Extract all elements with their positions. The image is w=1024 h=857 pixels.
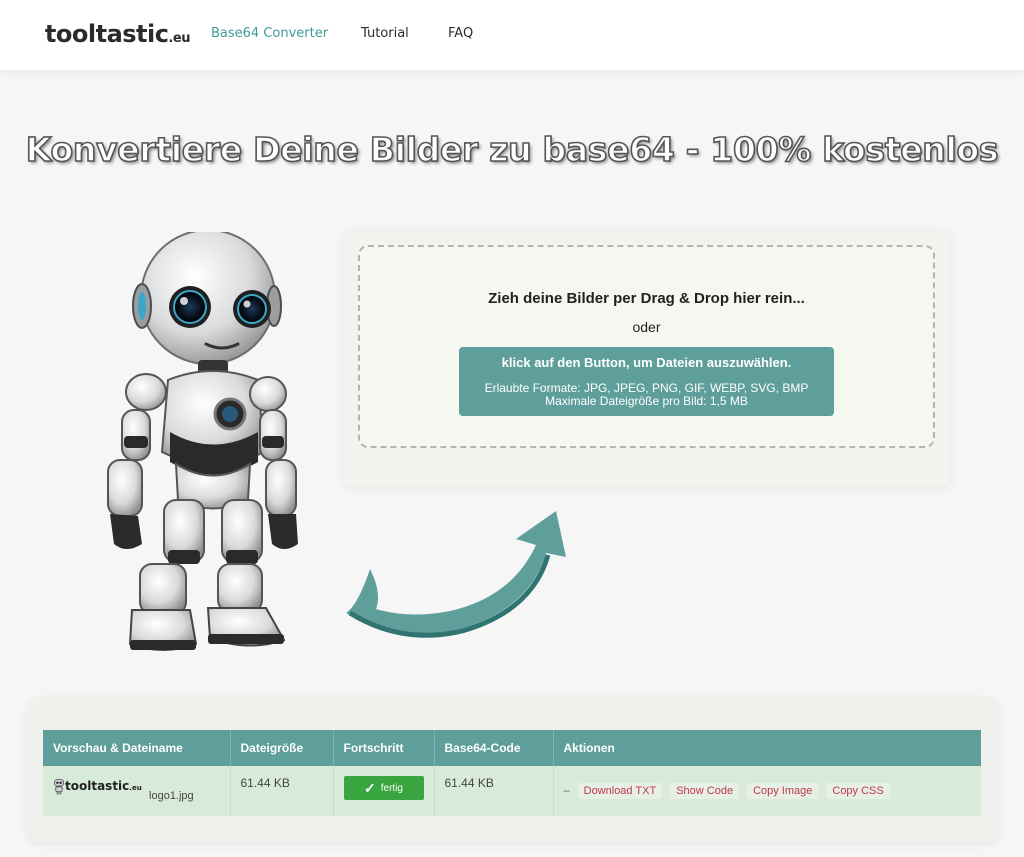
nav-tutorial[interactable]: Tutorial — [361, 26, 409, 41]
status-label: fertig — [380, 782, 403, 794]
cell-progress: ✓ fertig — [333, 766, 435, 816]
logo-text: tooltastic.eu — [44, 20, 191, 48]
nav-faq[interactable]: FAQ — [448, 26, 473, 41]
max-file-size: Maximale Dateigröße pro Bild: 1,5 MB — [545, 394, 748, 408]
results-card: Vorschau & Dateiname Dateigröße Fortschr… — [28, 698, 997, 842]
cell-file-size: 61.44 KB — [230, 766, 334, 816]
select-files-button[interactable]: klick auf den Button, um Dateien auszuwä… — [459, 347, 834, 416]
col-actions: Aktionen — [553, 730, 981, 766]
drop-zone[interactable]: Zieh deine Bilder per Drag & Drop hier r… — [358, 245, 935, 448]
cell-actions: – Download TXT Show Code Copy Image Copy… — [553, 766, 981, 816]
copy-css-button[interactable]: Copy CSS — [826, 783, 890, 799]
drop-zone-or: oder — [632, 319, 661, 335]
copy-image-button[interactable]: Copy Image — [747, 783, 819, 799]
table-row: tooltastic.eu logo1.jpg 61.44 KB ✓ ferti… — [43, 766, 981, 816]
page-title: Konvertiere Deine Bilder zu base64 - 100… — [25, 129, 999, 170]
robot-logo-icon — [42, 33, 43, 35]
site-header: tooltastic.eu Base64 Converter Tutorial … — [0, 0, 1024, 70]
preview-thumbnail: tooltastic.eu — [53, 776, 142, 796]
col-progress: Fortschritt — [333, 730, 435, 766]
robot-logo-icon — [54, 779, 64, 795]
col-base64-code: Base64-Code — [434, 730, 554, 766]
thumbnail-logo-text: tooltastic.eu — [65, 779, 142, 793]
results-table: Vorschau & Dateiname Dateigröße Fortschr… — [43, 730, 981, 816]
robot-mascot-illustration — [107, 232, 298, 651]
col-preview-filename: Vorschau & Dateiname — [43, 730, 231, 766]
upload-card: Zieh deine Bilder per Drag & Drop hier r… — [343, 229, 950, 487]
file-name: logo1.jpg — [149, 790, 194, 802]
col-file-size: Dateigröße — [230, 730, 334, 766]
site-logo[interactable]: tooltastic.eu — [42, 10, 190, 58]
cell-preview: tooltastic.eu logo1.jpg — [43, 766, 231, 816]
cell-base64-size: 61.44 KB — [434, 766, 554, 816]
select-files-label: klick auf den Button, um Dateien auszuwä… — [501, 355, 792, 370]
results-header-row: Vorschau & Dateiname Dateigröße Fortschr… — [43, 730, 981, 766]
nav-base64-converter[interactable]: Base64 Converter — [211, 26, 328, 41]
drop-zone-title: Zieh deine Bilder per Drag & Drop hier r… — [488, 290, 805, 307]
curved-arrow-icon — [346, 511, 566, 638]
checkmark-icon: ✓ — [364, 779, 376, 796]
status-badge: ✓ fertig — [343, 776, 424, 800]
row-actions: – Download TXT Show Code Copy Image Copy… — [564, 776, 972, 799]
download-txt-button[interactable]: Download TXT — [577, 783, 663, 799]
actions-dash: – — [563, 785, 570, 797]
show-code-button[interactable]: Show Code — [670, 783, 740, 799]
